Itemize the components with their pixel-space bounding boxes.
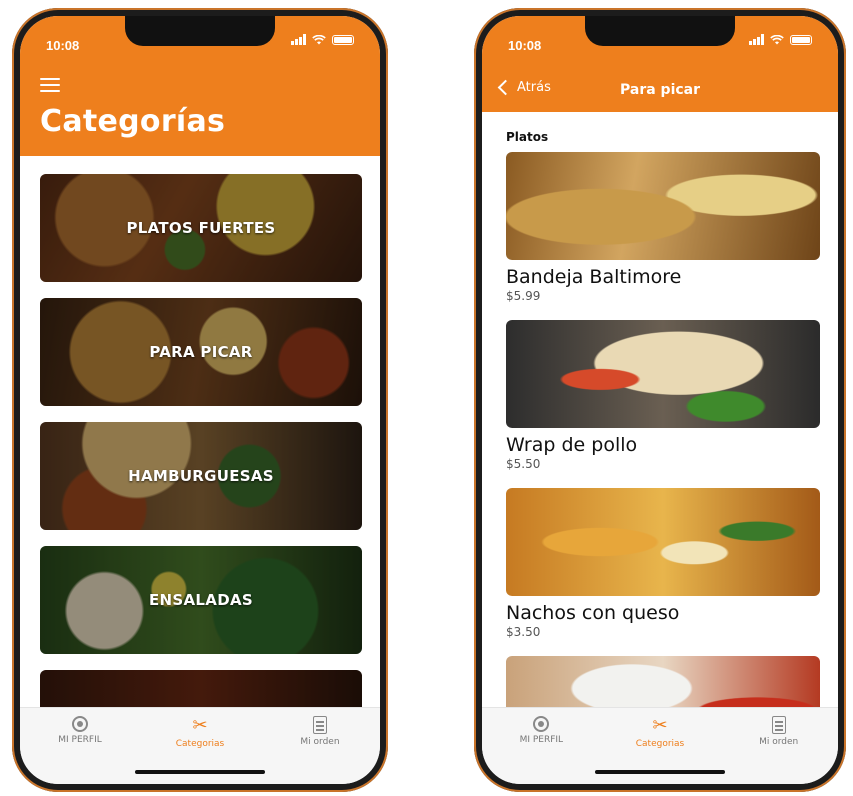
tab-bar: MI PERFIL ✂ Categorias Mi orden [20, 707, 380, 784]
screen-para-picar: 10:08 Atrás Para picar Platos Bandeja Ba… [482, 16, 838, 784]
order-icon [313, 716, 327, 734]
categories-icon: ✂ [192, 715, 208, 736]
dish-price: $5.99 [506, 289, 541, 303]
profile-icon [533, 716, 550, 732]
tab-categorias[interactable]: ✂ Categorias [610, 715, 710, 750]
category-card-hamburguesas[interactable]: HAMBURGUESAS [40, 422, 362, 530]
order-icon [771, 716, 786, 734]
tab-label: Categorias [175, 739, 225, 749]
page-title: Categorías [40, 104, 226, 139]
status-icons [291, 34, 354, 45]
category-label: HAMBURGUESAS [128, 467, 274, 485]
dish-list: Bandeja Baltimore $5.99 Wrap de pollo $5… [506, 152, 820, 780]
category-list: PLATOS FUERTES PARA PICAR HAMBURGUESAS E… [40, 174, 362, 784]
notch [125, 16, 275, 46]
category-label: PLATOS FUERTES [126, 219, 276, 237]
category-label: ENSALADAS [149, 591, 253, 609]
dish-name: Nachos con queso [506, 602, 680, 624]
screen-categories: 10:08 Categorías PLATOS FUERTES PARA PIC… [20, 16, 380, 784]
tab-label: Mi orden [759, 737, 799, 747]
category-card-ensaladas[interactable]: ENSALADAS [40, 546, 362, 654]
phone-categories: 10:08 Categorías PLATOS FUERTES PARA PIC… [12, 8, 388, 792]
dish-price: $5.50 [506, 457, 541, 471]
signal-icon [291, 34, 306, 45]
tab-categorias[interactable]: ✂ Categorias [150, 715, 250, 750]
status-time: 10:08 [46, 38, 80, 53]
tab-mi-orden[interactable]: Mi orden [729, 716, 829, 749]
status-icons [749, 34, 812, 45]
category-card-platos-fuertes[interactable]: PLATOS FUERTES [40, 174, 362, 282]
tab-bar: MI PERFIL ✂ Categorias Mi orden [482, 707, 838, 784]
dish-item[interactable]: Wrap de pollo $5.50 [506, 320, 820, 472]
menu-icon[interactable] [40, 78, 60, 92]
home-indicator[interactable] [595, 770, 725, 774]
signal-icon [749, 34, 764, 45]
wifi-icon [312, 34, 326, 44]
dish-image [506, 320, 820, 428]
tab-label: Mi orden [300, 737, 340, 747]
dish-item[interactable]: Bandeja Baltimore $5.99 [506, 152, 820, 304]
wifi-icon [770, 34, 784, 44]
dish-price: $3.50 [506, 625, 541, 639]
section-heading: Platos [506, 130, 549, 144]
status-time: 10:08 [508, 38, 542, 53]
battery-icon [790, 34, 812, 45]
category-card-para-picar[interactable]: PARA PICAR [40, 298, 362, 406]
dish-name: Bandeja Baltimore [506, 266, 682, 288]
dish-image [506, 488, 820, 596]
nav-title: Para picar [619, 82, 701, 98]
tab-mi-perfil[interactable]: MI PERFIL [491, 716, 591, 749]
category-label: PARA PICAR [149, 343, 253, 361]
tab-mi-orden[interactable]: Mi orden [270, 716, 370, 749]
dish-image [506, 152, 820, 260]
battery-icon [332, 34, 354, 45]
notch [585, 16, 735, 46]
phone-para-picar: 10:08 Atrás Para picar Platos Bandeja Ba… [474, 8, 846, 792]
dish-item[interactable]: Nachos con queso $3.50 [506, 488, 820, 640]
profile-icon [72, 716, 88, 732]
tab-label: MI PERFIL [519, 735, 564, 745]
dish-name: Wrap de pollo [506, 434, 638, 456]
tab-label: Categorias [635, 739, 685, 749]
home-indicator[interactable] [135, 770, 265, 774]
tab-mi-perfil[interactable]: MI PERFIL [30, 716, 130, 749]
tab-label: MI PERFIL [58, 735, 102, 745]
categories-icon: ✂ [652, 715, 668, 736]
